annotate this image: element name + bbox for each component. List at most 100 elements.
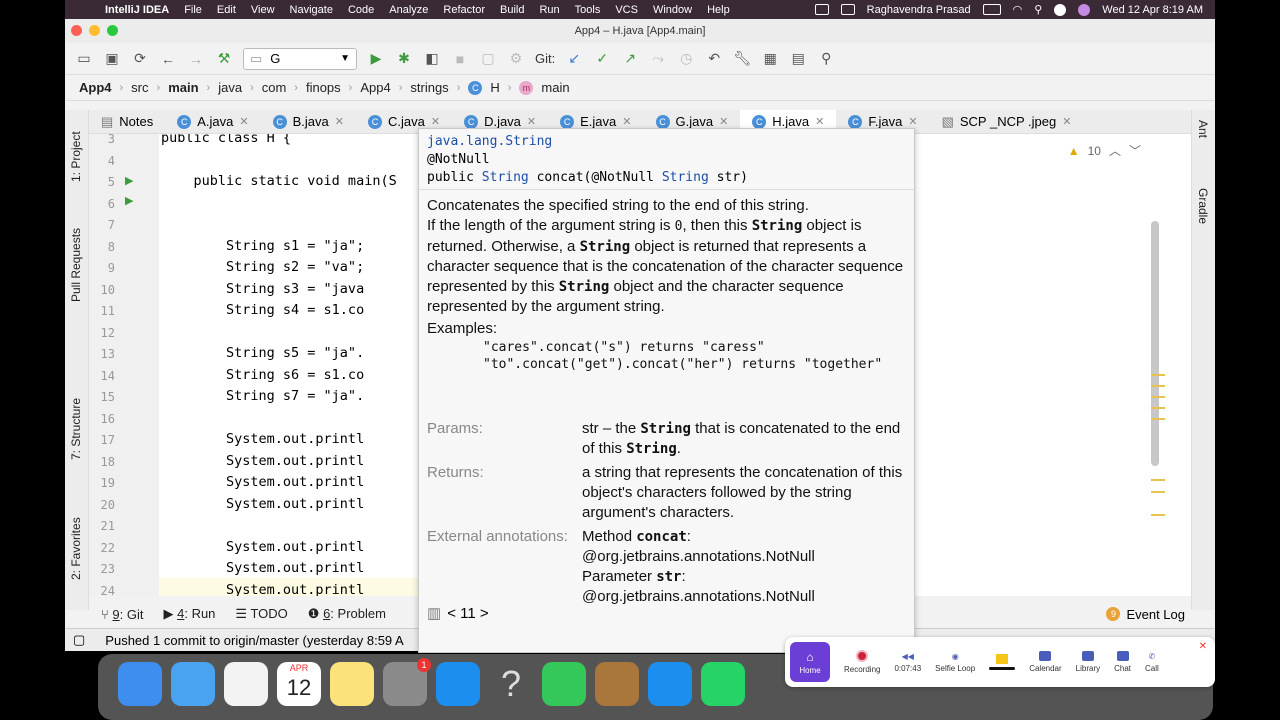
tab-notes[interactable]: ▤ Notes bbox=[89, 110, 165, 134]
code-line[interactable]: String s3 = "java bbox=[161, 281, 364, 297]
breadcrumb-com[interactable]: com bbox=[262, 80, 287, 95]
home-button[interactable]: ⌂ Home bbox=[790, 642, 830, 682]
facetime-icon[interactable] bbox=[542, 662, 586, 706]
ant-tool-button[interactable]: Ant bbox=[1196, 120, 1210, 138]
quick-documentation-popup[interactable]: java.lang.String @NotNull public String … bbox=[418, 128, 915, 653]
zoom-window-button[interactable] bbox=[107, 25, 118, 36]
git-commit-icon[interactable]: ✓ bbox=[593, 50, 611, 68]
open-folder-icon[interactable]: ▭ bbox=[75, 50, 93, 68]
profiler-icon[interactable]: ⚙ bbox=[507, 50, 525, 68]
code-line[interactable]: System.out.printl bbox=[161, 431, 364, 447]
notes-app-icon[interactable] bbox=[330, 662, 374, 706]
warning-stripe-mark[interactable] bbox=[1151, 479, 1165, 481]
code-line[interactable]: String s2 = "va"; bbox=[161, 259, 364, 275]
code-line[interactable]: System.out.printl bbox=[161, 560, 364, 576]
tab-a-java[interactable]: C A.java ✕ bbox=[165, 110, 260, 134]
warning-stripe-mark[interactable] bbox=[1151, 374, 1165, 376]
breadcrumb-java[interactable]: java bbox=[218, 80, 242, 95]
spotlight-icon[interactable]: ⚲ bbox=[1034, 3, 1042, 16]
control-center-icon[interactable] bbox=[1054, 3, 1067, 16]
code-line[interactable]: System.out.printl bbox=[161, 474, 364, 490]
settings-wrench-icon[interactable]: 🔧︎ bbox=[733, 50, 751, 68]
code-line[interactable]: String s1 = "ja"; bbox=[161, 238, 364, 254]
debug-bug-icon[interactable]: ✱ bbox=[395, 50, 413, 68]
coverage-icon[interactable]: ◧ bbox=[423, 50, 441, 68]
menu-edit[interactable]: Edit bbox=[217, 4, 236, 16]
code-line[interactable]: System.out.printl bbox=[161, 496, 364, 512]
menu-analyze[interactable]: Analyze bbox=[389, 4, 428, 16]
code-line[interactable]: public class H { bbox=[161, 134, 291, 146]
run-class-gutter-icon[interactable]: ▶ bbox=[125, 174, 133, 187]
favorites-tool-button[interactable]: 2: Favorites bbox=[69, 517, 83, 580]
whatsapp-icon[interactable] bbox=[701, 662, 745, 706]
siri-icon[interactable] bbox=[1078, 3, 1091, 16]
menubar-user[interactable]: Raghavendra Prasad bbox=[867, 4, 971, 16]
run-icon[interactable]: ▶ bbox=[367, 50, 385, 68]
git-branch-icon[interactable]: ⤳ bbox=[649, 50, 667, 68]
gradle-tool-button[interactable]: Gradle bbox=[1196, 188, 1210, 224]
history-clock-icon[interactable]: ◷ bbox=[677, 50, 695, 68]
menu-refactor[interactable]: Refactor bbox=[443, 4, 485, 16]
call-button[interactable]: ✆ Call bbox=[1145, 652, 1159, 673]
breadcrumb-src[interactable]: src bbox=[131, 80, 148, 95]
tab-scp-ncp-jpeg[interactable]: ▧ SCP _NCP .jpeg ✕ bbox=[930, 110, 1084, 134]
close-icon[interactable]: ✕ bbox=[908, 115, 917, 128]
git-update-icon[interactable]: ↙ bbox=[565, 50, 583, 68]
menu-view[interactable]: View bbox=[251, 4, 275, 16]
contacts-icon[interactable] bbox=[595, 662, 639, 706]
code-line[interactable]: public static void main(S bbox=[161, 173, 397, 189]
code-line[interactable]: String s5 = "ja". bbox=[161, 345, 364, 361]
git-tool-button[interactable]: ⑂ 9: Git bbox=[101, 607, 144, 622]
code-line[interactable]: String s6 = s1.co bbox=[161, 367, 364, 383]
recording-button[interactable]: Recording bbox=[844, 650, 880, 674]
safari-icon[interactable] bbox=[648, 662, 692, 706]
code-line[interactable]: System.out.printl bbox=[161, 453, 364, 469]
menu-window[interactable]: Window bbox=[653, 4, 692, 16]
tab-b-java[interactable]: C B.java ✕ bbox=[261, 110, 356, 134]
rewind-button[interactable]: ◀◀ 0:07:43 bbox=[894, 652, 921, 673]
code-line[interactable]: String s7 = "ja". bbox=[161, 388, 364, 404]
app-store-icon[interactable] bbox=[436, 662, 480, 706]
save-all-icon[interactable]: ▣ bbox=[103, 50, 121, 68]
close-icon[interactable]: ✕ bbox=[431, 115, 440, 128]
problems-tool-button[interactable]: ❶ 6: Problem bbox=[308, 606, 386, 622]
build-hammer-icon[interactable]: ⚒ bbox=[215, 50, 233, 68]
code-line[interactable]: String s4 = s1.co bbox=[161, 302, 364, 318]
chevron-down-icon[interactable]: ﹀ bbox=[1129, 142, 1141, 159]
breadcrumb-method[interactable]: main bbox=[541, 80, 569, 95]
breadcrumb-app4-package[interactable]: App4 bbox=[360, 80, 390, 95]
forward-arrow-icon[interactable]: → bbox=[187, 50, 205, 68]
warning-stripe-mark[interactable] bbox=[1151, 491, 1165, 493]
menu-build[interactable]: Build bbox=[500, 4, 524, 16]
search-icon[interactable]: ⚲ bbox=[817, 50, 835, 68]
structure-tool-button[interactable]: 7: Structure bbox=[69, 398, 83, 460]
run-configuration-select[interactable]: ▭ G ▼ bbox=[243, 47, 357, 70]
pull-requests-tool-button[interactable]: Pull Requests bbox=[69, 228, 83, 302]
code-line[interactable]: System.out.printl bbox=[161, 582, 364, 597]
close-icon[interactable]: ✕ bbox=[239, 115, 248, 128]
rollback-icon[interactable]: ↶ bbox=[705, 50, 723, 68]
status-message[interactable]: Pushed 1 commit to origin/master (yester… bbox=[105, 633, 403, 648]
menu-run[interactable]: Run bbox=[539, 4, 559, 16]
calendar-icon[interactable]: APR 12 bbox=[277, 662, 321, 706]
menu-help[interactable]: Help bbox=[707, 4, 730, 16]
breadcrumb-strings[interactable]: strings bbox=[410, 80, 448, 95]
pen-button[interactable] bbox=[989, 654, 1016, 670]
menu-file[interactable]: File bbox=[184, 4, 202, 16]
system-settings-icon[interactable]: 1 bbox=[383, 658, 431, 706]
menubar-datetime[interactable]: Wed 12 Apr 8:19 AM bbox=[1102, 4, 1203, 16]
git-push-icon[interactable]: ↗ bbox=[621, 50, 639, 68]
close-icon[interactable]: ✕ bbox=[335, 115, 344, 128]
doc-package[interactable]: java.lang.String bbox=[427, 133, 906, 151]
minimize-window-button[interactable] bbox=[89, 25, 100, 36]
chat-button[interactable]: Chat bbox=[1114, 651, 1131, 673]
event-log-button[interactable]: 9 Event Log bbox=[1106, 603, 1185, 625]
menu-app-name[interactable]: IntelliJ IDEA bbox=[105, 4, 169, 16]
finder-icon[interactable] bbox=[118, 662, 162, 706]
editor-scrollbar[interactable] bbox=[1151, 221, 1159, 466]
inspection-widget[interactable]: ▲ 10 ︿ ﹀ bbox=[1068, 142, 1141, 159]
close-icon[interactable]: ✕ bbox=[719, 115, 728, 128]
warning-stripe-mark[interactable] bbox=[1151, 418, 1165, 420]
menu-navigate[interactable]: Navigate bbox=[290, 4, 333, 16]
menu-tools[interactable]: Tools bbox=[575, 4, 601, 16]
